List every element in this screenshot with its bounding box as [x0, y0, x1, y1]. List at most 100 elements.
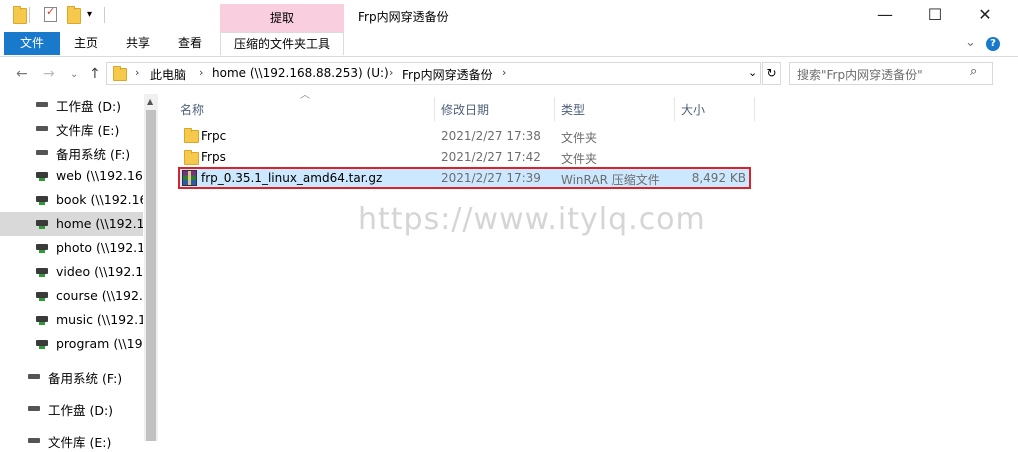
sidebar-item-label: web (\\192.168 [56, 168, 143, 183]
file-date: 2021/2/27 17:39 [441, 171, 541, 185]
sidebar-item-label: video (\\192.16 [56, 264, 143, 279]
sidebar-item-label: book (\\192.16 [56, 192, 143, 207]
watermark-text: https://www.itylq.com [358, 202, 706, 237]
folder-icon[interactable] [13, 6, 27, 24]
sidebar-item-label: home (\\192.16 [56, 216, 143, 231]
drive-icon [36, 102, 48, 107]
chevron-right-icon: › [502, 66, 507, 79]
network-drive-icon [36, 196, 48, 205]
address-dropdown-icon[interactable]: ⌄ [748, 66, 757, 79]
divider [104, 7, 105, 23]
sidebar-item-label: 备用系统 (F:) [48, 371, 123, 386]
sidebar-item[interactable]: 备用系统 (F:) [0, 364, 143, 388]
chevron-right-icon: › [199, 66, 204, 79]
properties-icon[interactable]: ✓ [44, 5, 57, 22]
sidebar-item[interactable]: photo (\\192.16 [0, 236, 143, 260]
minimize-button[interactable]: — [862, 4, 908, 28]
close-button[interactable]: ✕ [962, 4, 1008, 28]
forward-button[interactable]: → [43, 66, 55, 82]
column-divider[interactable] [434, 97, 435, 121]
file-type: 文件夹 [561, 152, 598, 166]
divider [29, 7, 30, 23]
column-divider[interactable] [554, 97, 555, 121]
column-divider[interactable] [674, 97, 675, 121]
breadcrumb-this-pc[interactable]: 此电脑 [150, 66, 186, 83]
sidebar-item-label: 文件库 (E:) [48, 435, 112, 450]
network-drive-icon [36, 316, 48, 325]
folder-icon [113, 66, 127, 81]
nav-scrollbar-thumb[interactable] [146, 110, 156, 441]
scroll-up-icon[interactable]: ▲ [147, 97, 153, 106]
sidebar-item-label: 工作盘 (D:) [56, 99, 122, 114]
tab-home[interactable]: 主页 [64, 32, 108, 55]
sidebar-item[interactable]: video (\\192.16 [0, 260, 143, 284]
sidebar-item[interactable]: book (\\192.16 [0, 188, 143, 212]
folder-icon [184, 128, 199, 143]
winrar-archive-icon [182, 170, 197, 186]
network-drive-icon [36, 292, 48, 301]
file-name-frp-archive[interactable]: frp_0.35.1_linux_amd64.tar.gz [201, 171, 382, 185]
search-icon[interactable]: ⌕ [970, 64, 977, 79]
window-title: Frp内网穿透备份 [358, 10, 449, 24]
sidebar-item-label: photo (\\192.16 [56, 240, 143, 255]
sidebar-item-label: program (\\192 [56, 336, 143, 351]
network-drive-icon [36, 244, 48, 253]
new-folder-icon[interactable] [67, 6, 81, 24]
tab-share[interactable]: 共享 [116, 32, 160, 55]
network-drive-icon [36, 340, 48, 349]
file-type: WinRAR 压缩文件 [561, 173, 660, 187]
column-header-type[interactable]: 类型 [561, 99, 585, 121]
sidebar-item[interactable]: home (\\192.16 [0, 212, 143, 236]
drive-icon [28, 406, 40, 411]
extract-context-tab[interactable]: 提取 [220, 4, 344, 32]
sidebar-item[interactable]: 备用系统 (F:) [0, 140, 143, 164]
sidebar-item[interactable]: course (\\192.1 [0, 284, 143, 308]
network-drive-icon [36, 172, 48, 181]
recent-locations-icon[interactable]: ⌄ [70, 69, 78, 80]
file-type: 文件夹 [561, 131, 598, 145]
sidebar-item-label: music (\\192.16 [56, 312, 143, 327]
chevron-right-icon: › [135, 66, 140, 79]
column-header-name[interactable]: 名称 [180, 99, 204, 121]
maximize-button[interactable]: ☐ [912, 4, 958, 28]
network-drive-icon [36, 220, 48, 229]
column-header-size[interactable]: 大小 [681, 99, 705, 121]
file-size: 8,492 KB [691, 171, 746, 185]
sidebar-item[interactable]: web (\\192.168 [0, 164, 143, 188]
file-name-frpc[interactable]: Frpc [201, 129, 226, 143]
tab-file[interactable]: 文件 [4, 32, 60, 55]
chevron-right-icon: › [389, 66, 394, 79]
search-input[interactable]: 搜索"Frp内网穿透备份" [797, 66, 923, 83]
drive-icon [36, 126, 48, 131]
sidebar-item[interactable]: 文件库 (E:) [0, 428, 143, 452]
help-icon[interactable]: ? [986, 37, 1000, 51]
column-header-date[interactable]: 修改日期 [441, 99, 489, 121]
ribbon-collapse-icon[interactable]: ⌄ [965, 35, 976, 50]
folder-icon [184, 150, 199, 165]
up-button[interactable]: ↑ [89, 66, 101, 82]
drive-icon [28, 374, 40, 379]
sidebar-item[interactable]: 工作盘 (D:) [0, 92, 143, 116]
column-divider[interactable] [754, 97, 755, 121]
file-date: 2021/2/27 17:42 [441, 150, 541, 164]
file-date: 2021/2/27 17:38 [441, 129, 541, 143]
network-drive-icon [36, 268, 48, 277]
sidebar-item[interactable]: 文件库 (E:) [0, 116, 143, 140]
drive-icon [36, 150, 48, 155]
breadcrumb-home-drive[interactable]: home (\\192.168.88.253) (U:) [212, 66, 389, 80]
sidebar-item-label: 文件库 (E:) [56, 123, 120, 138]
quick-access-dropdown-icon[interactable]: ▾ [87, 9, 92, 20]
tab-view[interactable]: 查看 [168, 32, 212, 55]
sidebar-item-label: 备用系统 (F:) [56, 147, 131, 162]
sidebar-item[interactable]: 工作盘 (D:) [0, 396, 143, 420]
refresh-button[interactable]: ↻ [762, 62, 781, 85]
sidebar-item-label: course (\\192.1 [56, 288, 143, 303]
sidebar-item[interactable]: music (\\192.16 [0, 308, 143, 332]
file-name-frps[interactable]: Frps [201, 150, 226, 164]
breadcrumb-current-folder[interactable]: Frp内网穿透备份 [402, 66, 493, 83]
sidebar-item[interactable]: program (\\192 [0, 332, 143, 356]
sidebar-item-label: 工作盘 (D:) [48, 403, 114, 418]
back-button[interactable]: ← [16, 66, 28, 82]
tab-compressed-folder-tools[interactable]: 压缩的文件夹工具 [220, 32, 344, 55]
sort-indicator-icon: ︿ [300, 90, 310, 101]
